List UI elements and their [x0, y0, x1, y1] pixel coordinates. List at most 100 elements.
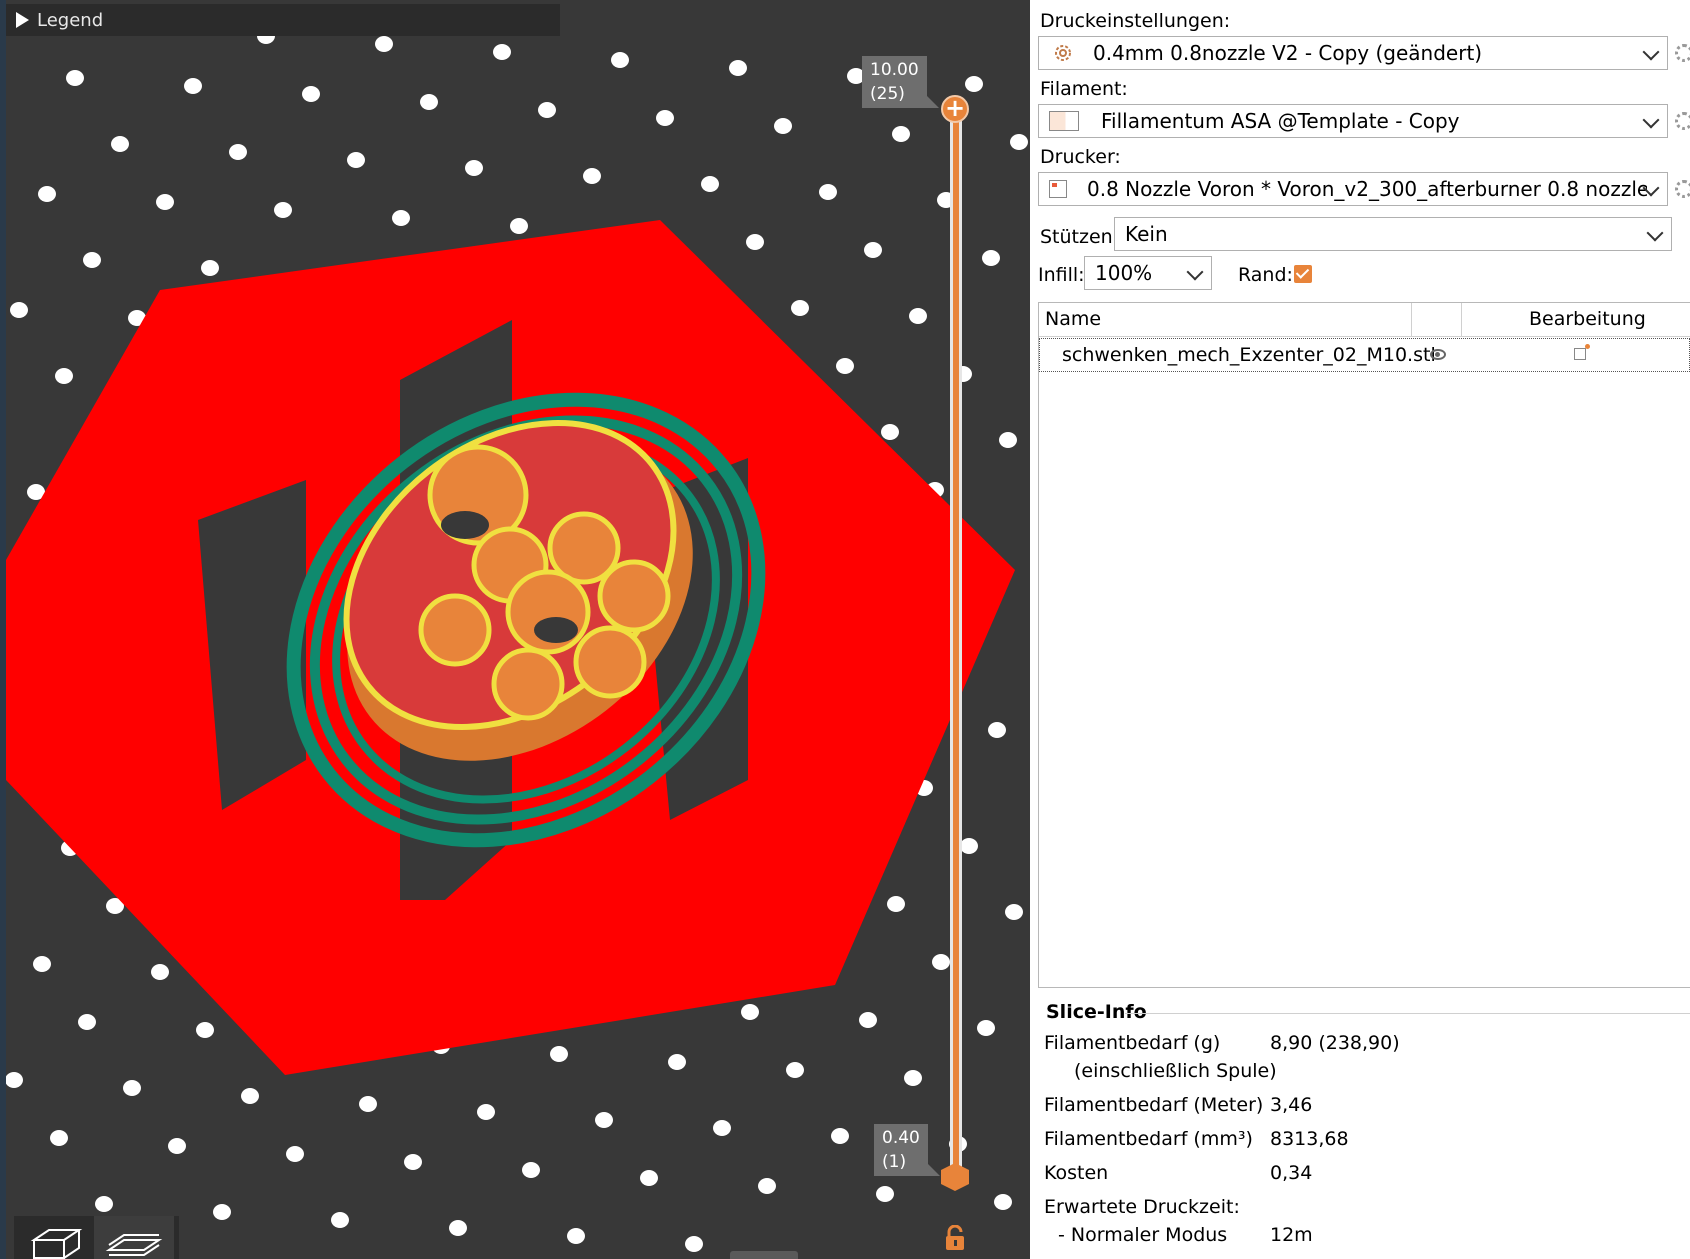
bed-dot: [375, 36, 393, 52]
bed-dot: [746, 234, 764, 250]
infill-combo[interactable]: 100%: [1084, 256, 1212, 290]
bed-dot: [286, 1146, 304, 1162]
bed-dot: [965, 76, 983, 92]
object-name: schwenken_mech_Exzenter_02_M10.stl: [1062, 344, 1436, 366]
slider-top-height: 10.00: [870, 60, 919, 80]
bed-dot: [999, 432, 1017, 448]
bed-dot: [359, 1096, 377, 1112]
filament-gear-icon[interactable]: [1675, 112, 1690, 130]
bed-dot: [909, 308, 927, 324]
bed-dot: [510, 218, 528, 234]
bed-dot: [241, 1088, 259, 1104]
eye-icon[interactable]: [1430, 349, 1446, 360]
bed-dot: [404, 1154, 422, 1170]
bed-dot: [331, 1212, 349, 1228]
printer-icon: [1049, 180, 1067, 198]
bed-dot: [656, 110, 674, 126]
infill-label: Infill:: [1038, 264, 1085, 286]
bed-dot: [701, 176, 719, 192]
printer-gear-icon[interactable]: [1675, 180, 1690, 198]
bed-dot: [791, 300, 809, 316]
legend-label: Legend: [37, 9, 104, 31]
bed-dot: [685, 1236, 703, 1252]
slice-info-value: 8313,68: [1270, 1128, 1349, 1150]
bed-dot: [994, 1194, 1012, 1210]
edit-icon[interactable]: [1574, 344, 1590, 360]
bed-dot: [201, 260, 219, 276]
view-mode-buttons: [14, 1216, 179, 1259]
bed-dot: [10, 302, 28, 318]
bed-dot: [38, 186, 56, 202]
settings-gear-icon[interactable]: [1675, 44, 1690, 62]
bed-dot: [595, 1112, 613, 1128]
slider-bottom-tooltip: 0.40 (1): [874, 1124, 940, 1176]
column-divider: [1461, 303, 1462, 336]
bed-dot: [347, 152, 365, 168]
object-list: Name Bearbeitung schwenken_mech_Exzenter…: [1038, 302, 1690, 988]
layers-view-icon: [105, 1234, 163, 1256]
slice-info-key: Filamentbedarf (Meter): [1044, 1094, 1264, 1116]
bed-dot: [66, 70, 84, 86]
layer-view-button[interactable]: [94, 1216, 174, 1259]
bed-dot: [168, 1138, 186, 1154]
cube-view-icon: [30, 1229, 83, 1259]
printer-label: Drucker:: [1040, 146, 1121, 168]
slice-info-value: 3,46: [1270, 1094, 1313, 1116]
bed-dot: [449, 1220, 467, 1236]
bed-dot: [213, 1204, 231, 1220]
slice-info-key: Kosten: [1044, 1162, 1109, 1184]
bed-dot: [831, 1128, 849, 1144]
slice-info-subkey: (einschließlich Spule): [1074, 1060, 1277, 1082]
bed-dot: [1005, 904, 1023, 920]
expand-arrow-icon: [16, 12, 29, 28]
slice-info-key: - Normaler Modus: [1058, 1224, 1228, 1246]
object-list-header: Name Bearbeitung: [1039, 303, 1690, 337]
bed-dot: [229, 144, 247, 160]
bed-dot: [33, 956, 51, 972]
printer-combo[interactable]: 0.8 Nozzle Voron * Voron_v2_300_afterbur…: [1038, 172, 1690, 206]
bed-dot: [538, 102, 556, 118]
bed-dot: [864, 242, 882, 258]
legend-toggle[interactable]: Legend: [6, 4, 560, 36]
column-edit[interactable]: Bearbeitung: [1529, 308, 1646, 330]
filament-value: Fillamentum ASA @Template - Copy: [1101, 109, 1460, 133]
filament-combo[interactable]: Fillamentum ASA @Template - Copy: [1038, 104, 1690, 138]
bed-dot: [477, 1104, 495, 1120]
cog-icon: [1055, 45, 1071, 61]
supports-combo[interactable]: Kein: [1114, 217, 1672, 251]
scene-canvas[interactable]: [0, 0, 1030, 1259]
bed-dot: [420, 94, 438, 110]
slider-top-layer: (25): [870, 84, 905, 104]
slice-info-key: Erwartete Druckzeit:: [1044, 1196, 1240, 1218]
chevron-down-icon: [1642, 111, 1660, 129]
bed-dot: [5, 1072, 23, 1088]
bed-dot: [302, 86, 320, 102]
bed-dot: [274, 202, 292, 218]
3d-viewport[interactable]: Legend 10.00 (25) 0.40 (1) +: [0, 0, 1030, 1259]
print-settings-combo[interactable]: 0.4mm 0.8nozzle V2 - Copy (geändert): [1038, 36, 1690, 70]
3d-view-button[interactable]: [14, 1216, 94, 1259]
bed-dot: [729, 60, 747, 76]
bed-dot: [550, 1046, 568, 1062]
print-settings-label: Druckeinstellungen:: [1040, 10, 1231, 32]
infill-value: 100%: [1095, 261, 1153, 285]
unlock-icon[interactable]: [944, 1225, 966, 1251]
bed-dot: [774, 118, 792, 134]
bed-dot: [668, 1054, 686, 1070]
table-row[interactable]: schwenken_mech_Exzenter_02_M10.stl: [1039, 338, 1690, 372]
layer-slider-top-handle[interactable]: +: [941, 95, 969, 123]
brim-checkbox[interactable]: [1294, 265, 1312, 283]
slice-info-divider: [1125, 1013, 1690, 1014]
slider-top-tooltip: 10.00 (25): [862, 56, 939, 108]
column-divider: [1411, 303, 1412, 336]
bed-dot: [522, 1162, 540, 1178]
bed-dot: [859, 1012, 877, 1028]
slice-info-key: Filamentbedarf (mm³): [1044, 1128, 1253, 1150]
bottom-handle: [730, 1251, 798, 1259]
slice-info-value: 12m: [1270, 1224, 1313, 1246]
bed-dot: [988, 722, 1006, 738]
column-name[interactable]: Name: [1045, 308, 1101, 330]
bed-dot: [83, 252, 101, 268]
bed-dot: [392, 210, 410, 226]
bed-dot: [611, 52, 629, 68]
